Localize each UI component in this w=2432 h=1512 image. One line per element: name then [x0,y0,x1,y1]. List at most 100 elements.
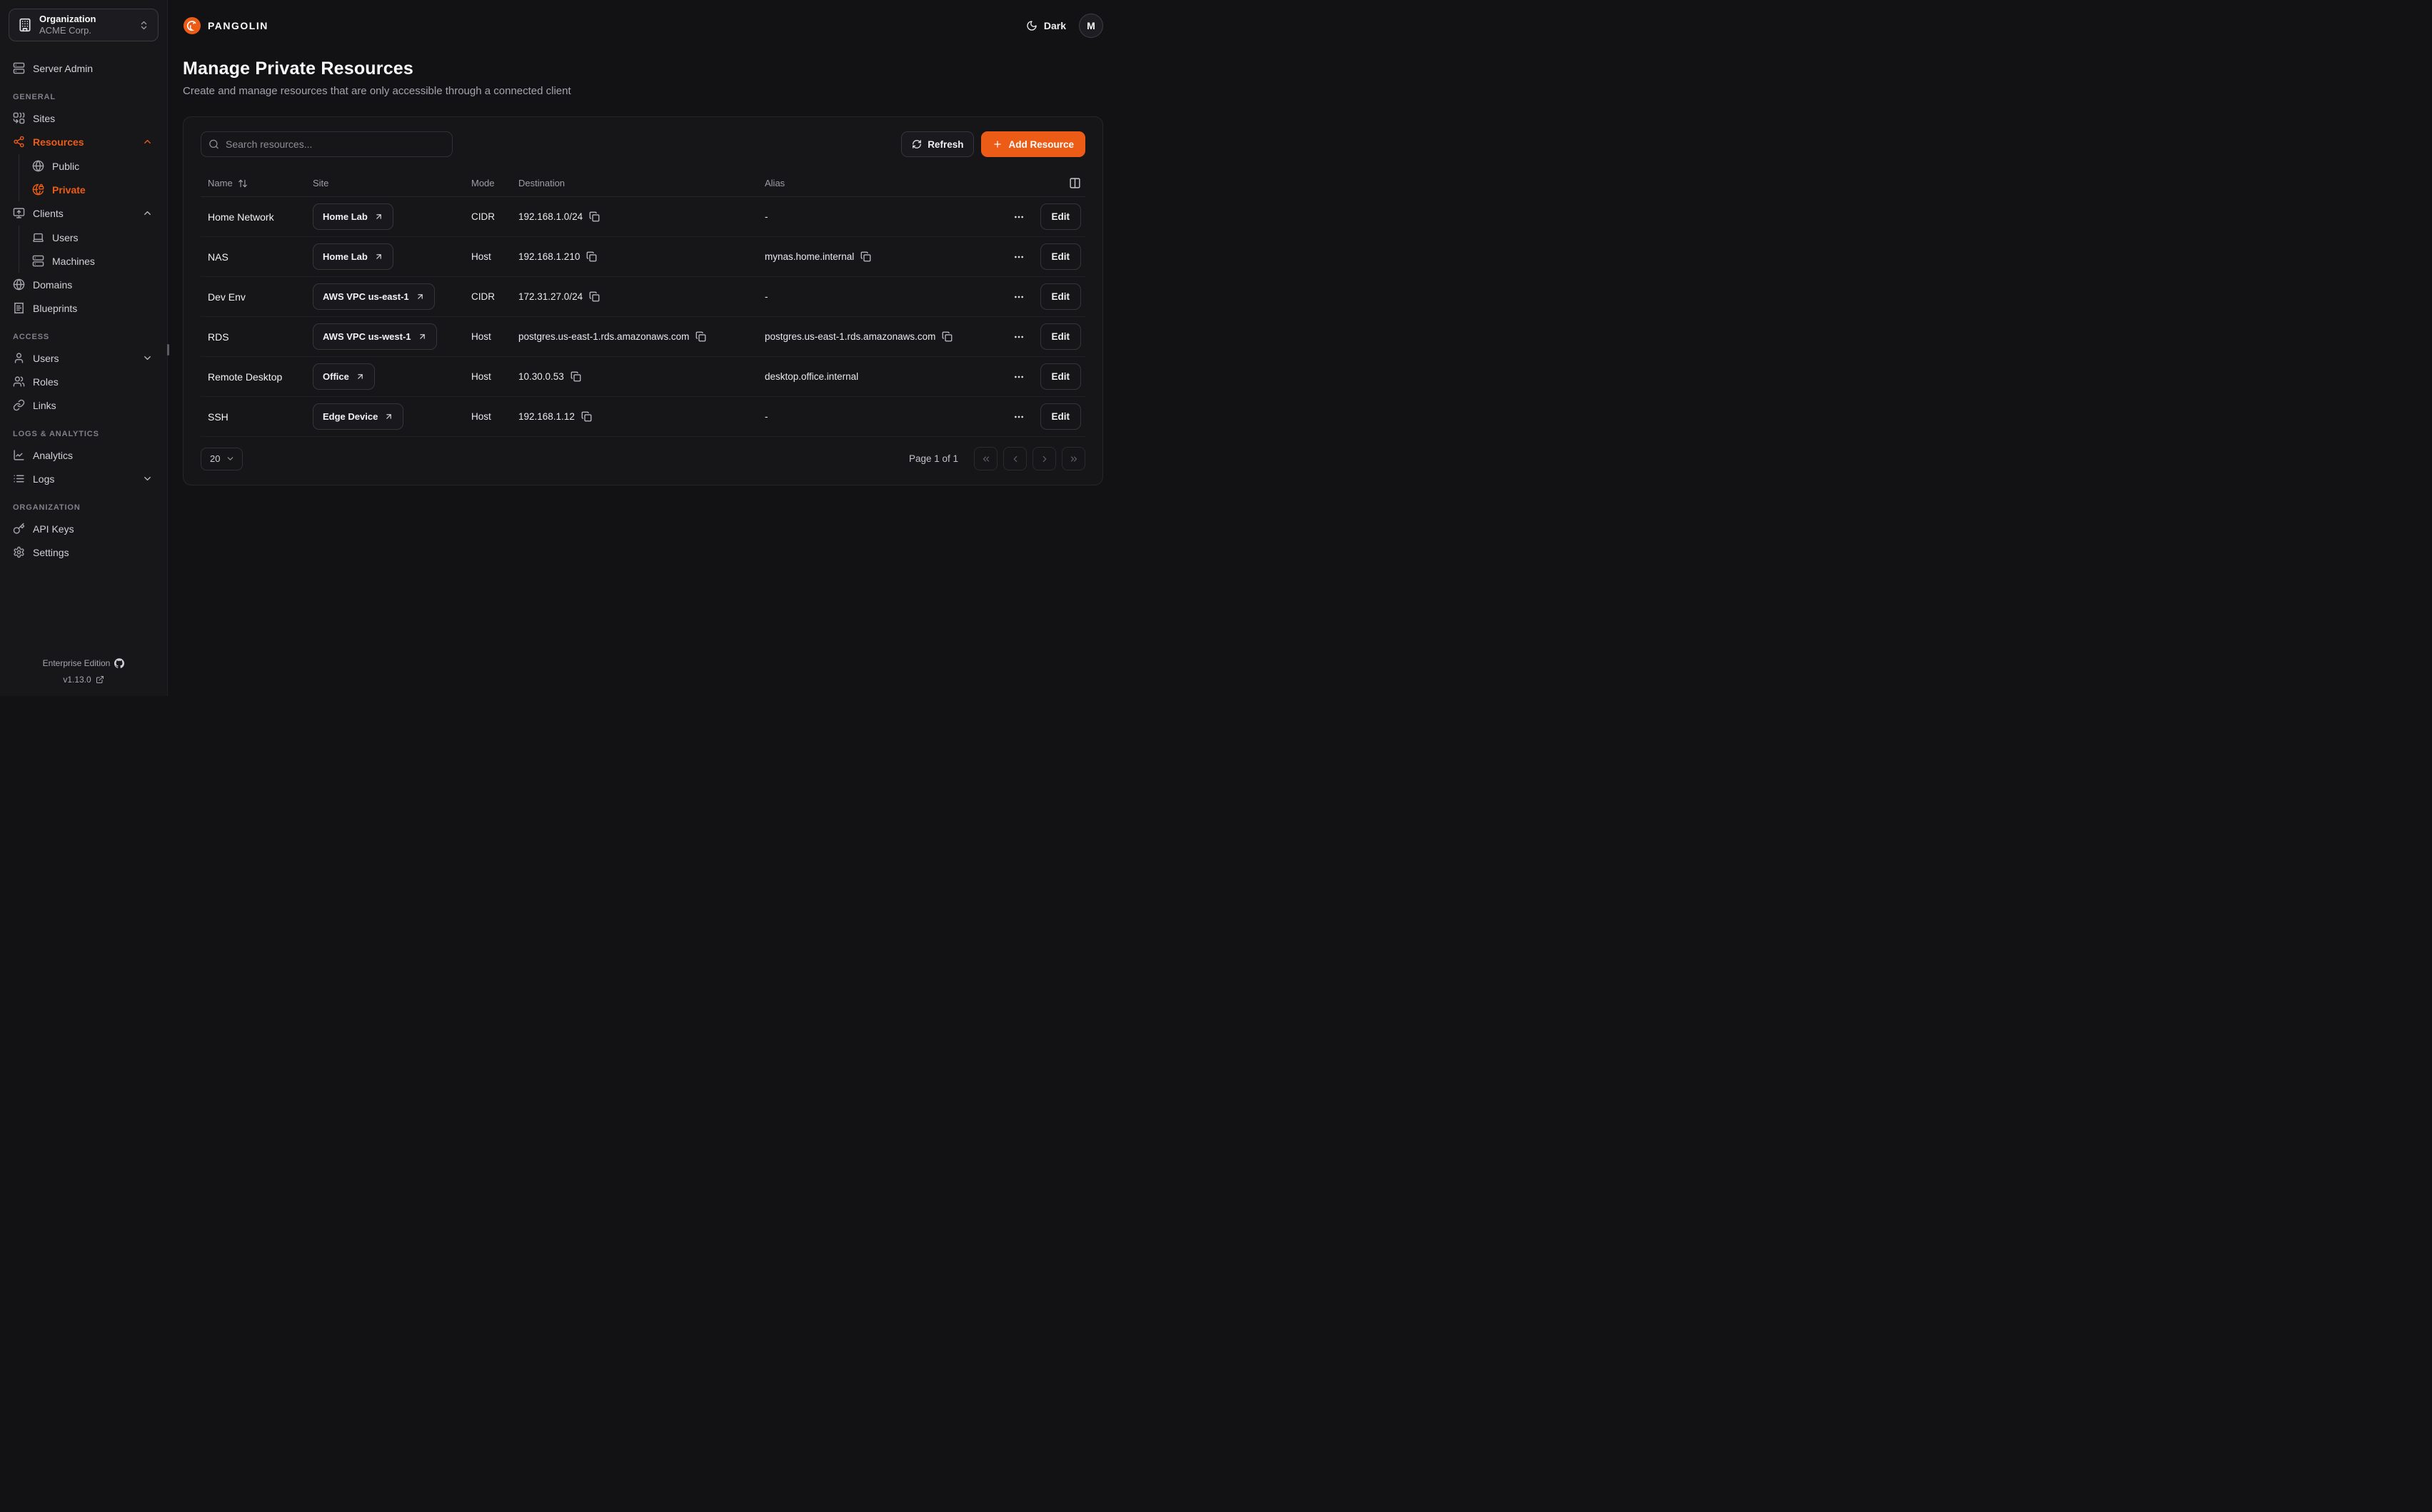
sidebar-item-label: Roles [33,376,59,388]
column-header-label: Site [313,178,328,188]
mode-cell: Host [464,331,511,342]
version-link[interactable]: v1.13.0 [9,675,159,685]
column-header-mode: Mode [464,178,511,188]
destination-value: 172.31.27.0/24 [518,291,583,302]
org-selector-label: Organization [39,14,96,25]
column-header-label: Name [208,178,233,188]
main-content: PANGOLIN Dark M Manage Private Resources… [168,0,1120,696]
row-menu-button[interactable] [1013,211,1025,223]
arrow-up-right-icon [374,212,383,221]
edit-button[interactable]: Edit [1040,203,1082,230]
copy-icon[interactable] [589,211,600,222]
site-link-label: Home Lab [323,251,368,262]
destination-value: 192.168.1.0/24 [518,211,583,222]
sidebar-item-clients[interactable]: Clients [9,201,159,225]
sort-icon[interactable] [238,178,248,188]
pagination-status: Page 1 of 1 [909,453,958,464]
sidebar-item-sites[interactable]: Sites [9,106,159,130]
alias-value: - [765,411,768,422]
page-head: Manage Private Resources Create and mana… [183,59,1103,97]
destination-value: postgres.us-east-1.rds.amazonaws.com [518,331,689,342]
copy-icon[interactable] [589,291,600,302]
sidebar-item-public[interactable]: Public [28,154,159,178]
chevron-up-icon [142,208,153,218]
row-menu-button[interactable] [1013,291,1025,303]
site-link[interactable]: Office [313,363,375,390]
sidebar-item-links[interactable]: Links [9,393,159,417]
copy-icon[interactable] [586,251,597,262]
site-link[interactable]: Edge Device [313,403,403,430]
sidebar-item-resources[interactable]: Resources [9,130,159,153]
edit-button[interactable]: Edit [1040,323,1082,350]
version-label: v1.13.0 [63,675,91,685]
site-link[interactable]: Home Lab [313,243,393,270]
destination-cell: 192.168.1.210 [511,251,758,262]
avatar[interactable]: M [1079,14,1103,38]
edit-button[interactable]: Edit [1040,403,1082,430]
org-selector[interactable]: Organization ACME Corp. [9,9,159,41]
sidebar-item-logs[interactable]: Logs [9,467,159,490]
github-icon[interactable] [114,658,124,668]
sidebar-item-private[interactable]: Private [28,178,159,201]
search-input[interactable] [201,131,453,157]
alias-value: mynas.home.internal [765,251,854,262]
copy-icon[interactable] [695,331,706,342]
edit-button[interactable]: Edit [1040,363,1082,390]
add-resource-button[interactable]: Add Resource [981,131,1085,157]
column-visibility-button[interactable] [1069,177,1081,189]
edit-button[interactable]: Edit [1040,283,1082,310]
site-cell: Edge Device [306,403,464,430]
sidebar-item-api-keys[interactable]: API Keys [9,517,159,540]
sidebar-item-label: Analytics [33,450,73,461]
site-link[interactable]: AWS VPC us-east-1 [313,283,435,310]
laptop-icon [32,231,44,243]
sidebar-item-domains[interactable]: Domains [9,273,159,296]
row-menu-button[interactable] [1013,411,1025,423]
column-header-site: Site [306,178,464,188]
prev-page-button[interactable] [1003,447,1027,470]
refresh-button[interactable]: Refresh [901,131,974,157]
sidebar-item-server-admin[interactable]: Server Admin [9,56,159,80]
last-page-button[interactable] [1062,447,1085,470]
copy-icon[interactable] [942,331,953,342]
refresh-icon [912,139,922,149]
site-cell: Office [306,363,464,390]
next-page-button[interactable] [1032,447,1056,470]
chevron-up-icon [142,136,153,147]
sidebar-item-analytics[interactable]: Analytics [9,443,159,467]
row-menu-button[interactable] [1013,371,1025,383]
sidebar-item-roles[interactable]: Roles [9,370,159,393]
destination-value: 192.168.1.210 [518,251,580,262]
chevron-down-icon [142,473,153,484]
site-link-label: Office [323,371,349,382]
site-cell: AWS VPC us-west-1 [306,323,464,350]
chevron-down-icon [142,353,153,363]
row-menu-button[interactable] [1013,331,1025,343]
copy-icon[interactable] [571,371,581,382]
sidebar-item-label: API Keys [33,523,74,535]
sidebar-item-settings[interactable]: Settings [9,540,159,564]
resource-name: SSH [201,411,306,423]
edit-button[interactable]: Edit [1040,243,1082,270]
sidebar-item-users[interactable]: Users [28,226,159,249]
first-page-button[interactable] [974,447,998,470]
site-link[interactable]: AWS VPC us-west-1 [313,323,437,350]
sidebar-item-blueprints[interactable]: Blueprints [9,296,159,320]
arrow-up-right-icon [416,292,425,301]
sidebar-resize-handle[interactable] [167,344,169,356]
sidebar-item-label: Settings [33,547,69,558]
sidebar-item-label: Public [52,161,79,172]
row-menu-button[interactable] [1013,251,1025,263]
resources-icon [13,136,25,148]
sidebar-item-machines[interactable]: Machines [28,249,159,273]
theme-toggle[interactable]: Dark [1026,20,1066,31]
copy-icon[interactable] [860,251,871,262]
brand-name: PANGOLIN [208,20,268,31]
sidebar-subtree: UsersMachines [19,226,159,273]
sidebar-item-label: Domains [33,279,72,291]
chart-icon [13,449,25,461]
copy-icon[interactable] [581,411,592,422]
page-size-select[interactable]: 20 [201,448,243,470]
sidebar-item-users[interactable]: Users [9,346,159,370]
site-link[interactable]: Home Lab [313,203,393,230]
